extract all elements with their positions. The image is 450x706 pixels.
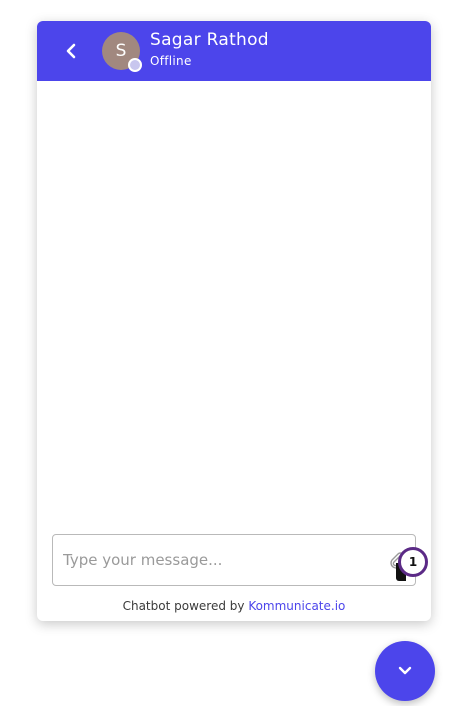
status-indicator <box>128 58 142 72</box>
kommunicate-link[interactable]: Kommunicate.io <box>248 599 345 613</box>
chat-launcher-button[interactable] <box>375 641 435 701</box>
message-composer <box>52 534 416 586</box>
notification-badge[interactable]: 1 <box>398 547 428 577</box>
chevron-down-icon <box>398 666 412 675</box>
chevron-left-icon <box>66 43 76 59</box>
powered-by-footer: Chatbot powered by Kommunicate.io <box>37 599 431 613</box>
message-input[interactable] <box>63 535 373 585</box>
contact-name: Sagar Rathod <box>150 30 269 50</box>
chat-header: S Sagar Rathod Offline <box>37 21 431 81</box>
chat-widget: S Sagar Rathod Offline 1 Chatbot powered… <box>37 21 431 621</box>
powered-by-label: Chatbot powered by <box>122 599 245 613</box>
message-area[interactable] <box>37 81 431 529</box>
contact-status: Offline <box>150 54 192 68</box>
back-button[interactable] <box>59 37 83 65</box>
